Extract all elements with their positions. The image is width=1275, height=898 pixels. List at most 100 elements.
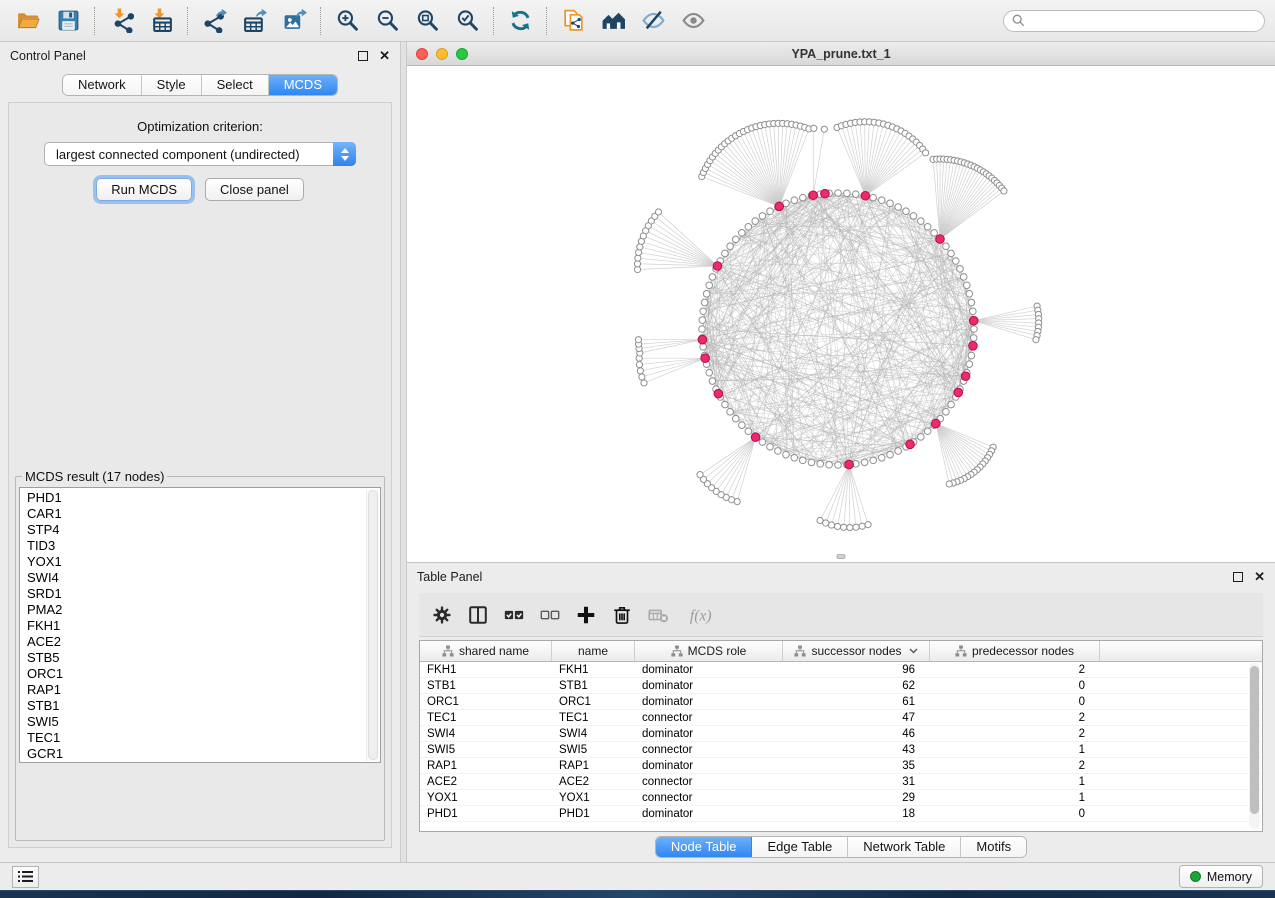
table-cell[interactable]: 47 <box>783 712 930 724</box>
save-session-button[interactable] <box>50 4 86 38</box>
table-cell[interactable]: 43 <box>783 744 930 756</box>
search-box[interactable] <box>1003 10 1265 32</box>
table-cell[interactable]: ORC1 <box>420 696 552 708</box>
table-cell[interactable]: connector <box>635 776 783 788</box>
result-list-item[interactable]: GCR1 <box>27 746 380 762</box>
tab-select[interactable]: Select <box>202 75 269 95</box>
table-cell[interactable]: STB1 <box>420 680 552 692</box>
vertical-splitter[interactable] <box>400 42 407 862</box>
table-cell[interactable]: 0 <box>930 808 1100 820</box>
table-cell[interactable]: PHD1 <box>552 808 635 820</box>
criterion-dropdown[interactable]: largest connected component (undirected) <box>44 142 356 166</box>
table-cell[interactable]: 18 <box>783 808 930 820</box>
table-cell[interactable]: dominator <box>635 728 783 740</box>
table-row[interactable]: TEC1TEC1connector472 <box>420 710 1262 726</box>
table-cell[interactable]: 0 <box>930 680 1100 692</box>
network-canvas[interactable] <box>407 66 1275 562</box>
table-cell[interactable]: PHD1 <box>420 808 552 820</box>
table-cell[interactable]: 29 <box>783 792 930 804</box>
hide-selected-button[interactable] <box>635 4 671 38</box>
table-row[interactable]: SWI5SWI5connector431 <box>420 742 1262 758</box>
result-list-scrollbar[interactable] <box>366 489 379 761</box>
table-cell[interactable]: 1 <box>930 744 1100 756</box>
result-list-item[interactable]: YOX1 <box>27 554 380 570</box>
result-list-item[interactable]: PHD1 <box>27 490 380 506</box>
zoom-in-button[interactable] <box>329 4 365 38</box>
table-cell[interactable]: 1 <box>930 792 1100 804</box>
horizontal-splitter-handle[interactable] <box>837 554 846 559</box>
column-header-shared-name[interactable]: shared name <box>420 641 552 661</box>
table-row[interactable]: FKH1FKH1dominator962 <box>420 662 1262 678</box>
zoom-fit-button[interactable] <box>409 4 445 38</box>
split-panel-button[interactable] <box>467 600 489 630</box>
duplicate-network-button[interactable] <box>555 4 591 38</box>
table-scrollbar[interactable] <box>1249 663 1260 829</box>
column-header-predecessor-nodes[interactable]: predecessor nodes <box>930 641 1100 661</box>
result-list-item[interactable]: SWI4 <box>27 570 380 586</box>
gear-button[interactable] <box>431 600 453 630</box>
table-row[interactable]: RAP1RAP1dominator352 <box>420 758 1262 774</box>
table-cell[interactable]: SWI4 <box>552 728 635 740</box>
show-all-button[interactable] <box>675 4 711 38</box>
table-cell[interactable]: connector <box>635 792 783 804</box>
first-neighbors-button[interactable] <box>595 4 631 38</box>
task-history-button[interactable] <box>12 866 39 888</box>
result-list-item[interactable]: PMA2 <box>27 602 380 618</box>
tab-motifs[interactable]: Motifs <box>961 837 1026 857</box>
table-row[interactable]: STB1STB1dominator620 <box>420 678 1262 694</box>
result-list-item[interactable]: ACE2 <box>27 634 380 650</box>
table-cell[interactable]: RAP1 <box>552 760 635 772</box>
result-list-item[interactable]: CAR1 <box>27 506 380 522</box>
search-input[interactable] <box>1030 14 1256 28</box>
table-cell[interactable]: 62 <box>783 680 930 692</box>
result-list-item[interactable]: SWI5 <box>27 714 380 730</box>
deselect-all-button[interactable] <box>539 600 561 630</box>
refresh-button[interactable] <box>502 4 538 38</box>
import-table-button[interactable] <box>143 4 179 38</box>
table-row[interactable]: ORC1ORC1dominator610 <box>420 694 1262 710</box>
run-mcds-button[interactable]: Run MCDS <box>96 178 192 201</box>
memory-button[interactable]: Memory <box>1179 865 1263 888</box>
zoom-selected-button[interactable] <box>449 4 485 38</box>
close-table-panel-icon[interactable]: ✕ <box>1254 572 1265 582</box>
table-cell[interactable]: FKH1 <box>552 664 635 676</box>
result-list-item[interactable]: STB5 <box>27 650 380 666</box>
result-list-item[interactable]: FKH1 <box>27 618 380 634</box>
import-network-button[interactable] <box>103 4 139 38</box>
table-row[interactable]: PHD1PHD1dominator180 <box>420 806 1262 822</box>
add-column-button[interactable] <box>575 600 597 630</box>
table-cell[interactable]: ORC1 <box>552 696 635 708</box>
table-cell[interactable]: SWI4 <box>420 728 552 740</box>
table-cell[interactable]: connector <box>635 744 783 756</box>
table-cell[interactable]: dominator <box>635 696 783 708</box>
table-cell[interactable]: 31 <box>783 776 930 788</box>
table-cell[interactable]: YOX1 <box>420 792 552 804</box>
tab-network[interactable]: Network <box>63 75 142 95</box>
column-header-MCDS-role[interactable]: MCDS role <box>635 641 783 661</box>
table-cell[interactable]: YOX1 <box>552 792 635 804</box>
table-cell[interactable]: 2 <box>930 728 1100 740</box>
tab-mcds[interactable]: MCDS <box>269 75 337 95</box>
table-cell[interactable]: SWI5 <box>552 744 635 756</box>
mcds-result-listbox[interactable]: PHD1CAR1STP4TID3YOX1SWI4SRD1PMA2FKH1ACE2… <box>19 487 381 763</box>
open-file-button[interactable] <box>10 4 46 38</box>
export-network-button[interactable] <box>196 4 232 38</box>
table-cell[interactable]: 96 <box>783 664 930 676</box>
export-table-button[interactable] <box>236 4 272 38</box>
result-list-item[interactable]: SRD1 <box>27 586 380 602</box>
table-cell[interactable]: 2 <box>930 760 1100 772</box>
table-cell[interactable]: 35 <box>783 760 930 772</box>
table-scrollbar-thumb[interactable] <box>1250 666 1259 814</box>
table-cell[interactable]: STB1 <box>552 680 635 692</box>
table-cell[interactable]: dominator <box>635 808 783 820</box>
result-list-item[interactable]: STB1 <box>27 698 380 714</box>
table-cell[interactable]: 2 <box>930 712 1100 724</box>
table-cell[interactable]: 61 <box>783 696 930 708</box>
table-cell[interactable]: TEC1 <box>420 712 552 724</box>
table-cell[interactable]: 46 <box>783 728 930 740</box>
table-cell[interactable]: ACE2 <box>552 776 635 788</box>
table-row[interactable]: YOX1YOX1connector291 <box>420 790 1262 806</box>
float-panel-icon[interactable] <box>358 51 368 61</box>
table-cell[interactable]: dominator <box>635 664 783 676</box>
result-list-item[interactable]: RAP1 <box>27 682 380 698</box>
